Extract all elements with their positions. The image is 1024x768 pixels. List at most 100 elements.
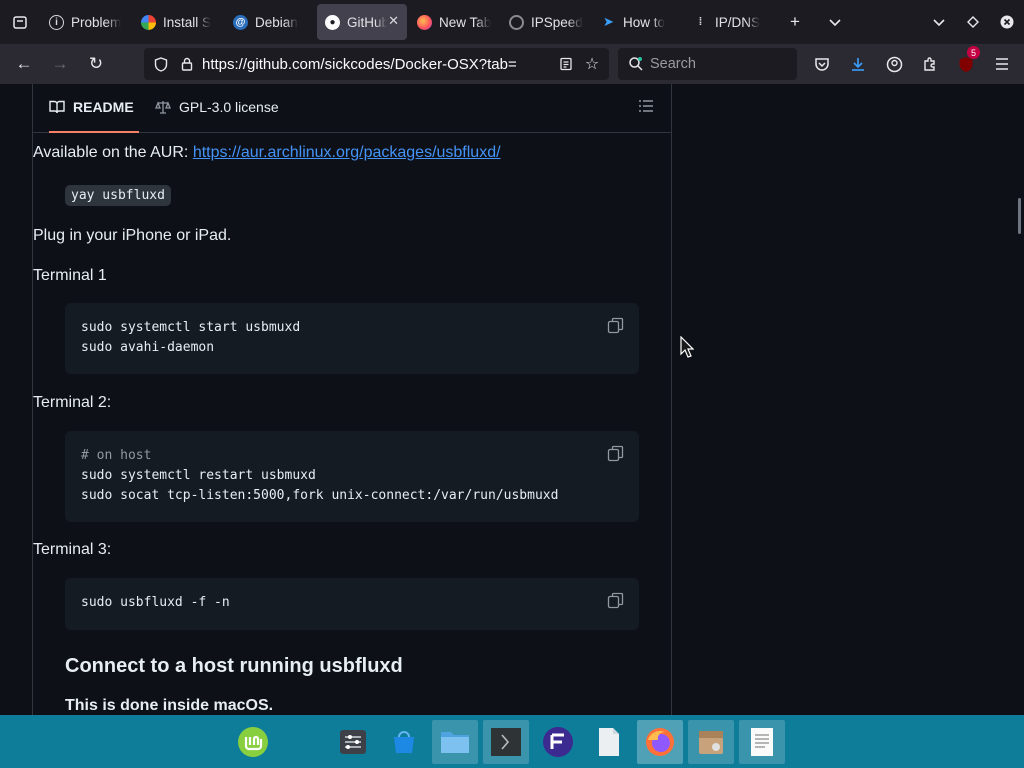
tab-install[interactable]: Install S <box>133 4 223 40</box>
navigation-toolbar: ← → ↻ https://github.com/sickcodes/Docke… <box>0 44 1024 84</box>
list-icon <box>639 100 653 112</box>
copy-icon[interactable] <box>607 317 624 334</box>
tab-license[interactable]: GPL-3.0 license <box>155 99 279 115</box>
macos-note: This is done inside macOS. <box>65 697 274 714</box>
firefox-icon <box>417 14 432 30</box>
taskbar-firefox[interactable] <box>637 720 683 764</box>
code-block-terminal2: # on host sudo systemctl restart usbmuxd… <box>65 431 639 522</box>
tab-label: New Tab <box>439 14 491 30</box>
tab-debian[interactable]: @ Debian <box>225 4 315 40</box>
tab-github[interactable]: ● GitHub ✕ <box>317 4 407 40</box>
readme-tab-label: README <box>73 99 134 115</box>
settings-icon <box>340 730 366 754</box>
search-bar[interactable]: Search <box>618 48 797 80</box>
tab-readme[interactable]: README <box>49 99 134 115</box>
forward-button[interactable]: → <box>42 48 78 80</box>
code-line: sudo systemctl restart usbmuxd <box>81 468 316 483</box>
chevron-down-icon <box>829 19 841 27</box>
close-tab-icon[interactable]: ✕ <box>388 13 399 29</box>
firefox-icon <box>646 728 674 756</box>
plug-text: Plug in your iPhone or iPad. <box>33 227 232 244</box>
taskbar-archive[interactable] <box>688 720 734 764</box>
close-window-button[interactable] <box>990 4 1024 40</box>
aur-text: Available on the AUR: <box>33 144 193 161</box>
scale-icon <box>155 101 171 114</box>
tab-ip-dns[interactable]: ⁞ IP/DNS <box>685 4 775 40</box>
tab-label: GitHub <box>347 14 387 30</box>
extensions-button[interactable] <box>912 48 948 80</box>
terminal3-label: Terminal 3: <box>33 541 112 558</box>
taskbar-text-file[interactable] <box>586 720 632 764</box>
tab-overview-button[interactable] <box>0 0 40 44</box>
list-tabs-button[interactable] <box>818 4 852 40</box>
plus-icon: + <box>790 12 800 31</box>
taskbar-terminal[interactable] <box>483 720 529 764</box>
download-icon <box>852 58 864 71</box>
puzzle-icon <box>924 57 935 71</box>
downloads-button[interactable] <box>840 48 876 80</box>
code-block-terminal1: sudo systemctl start usbmuxd sudo avahi-… <box>65 303 639 374</box>
code-line: sudo systemctl start usbmuxd <box>81 320 301 335</box>
tab-label: Install S <box>163 14 212 30</box>
diamond-icon <box>967 16 979 28</box>
account-button[interactable] <box>876 48 912 80</box>
inline-code-yay: yay usbfluxd <box>65 185 171 206</box>
pocket-button[interactable] <box>804 48 840 80</box>
address-bar[interactable]: https://github.com/sickcodes/Docker-OSX?… <box>144 48 609 80</box>
page-content: README GPL-3.0 license Available on the … <box>0 84 1024 715</box>
taskbar-settings[interactable] <box>330 720 376 764</box>
aur-link[interactable]: https://aur.archlinux.org/packages/usbfl… <box>193 144 501 161</box>
close-icon <box>1000 15 1014 29</box>
outline-button[interactable] <box>638 99 654 118</box>
url-text: https://github.com/sickcodes/Docker-OSX?… <box>202 55 517 73</box>
bookmark-star-icon[interactable]: ☆ <box>579 54 605 74</box>
maximize-button[interactable] <box>956 4 990 40</box>
reader-mode-icon[interactable] <box>553 57 579 71</box>
code-line: sudo avahi-daemon <box>81 340 215 355</box>
taskbar-mint-menu[interactable] <box>230 720 276 764</box>
page-scrollbar[interactable] <box>1018 198 1021 234</box>
bird-icon: ➤ <box>603 14 614 29</box>
app-menu-button[interactable] <box>984 48 1020 80</box>
back-button[interactable]: ← <box>6 48 42 80</box>
tab-ipspeed[interactable]: IPSpeed <box>501 4 591 40</box>
taskbar-software-store[interactable] <box>381 720 427 764</box>
mouse-pointer-icon <box>680 336 694 358</box>
license-tab-label: GPL-3.0 license <box>179 99 279 115</box>
ipspeed-icon <box>509 14 524 30</box>
copy-icon[interactable] <box>607 592 624 609</box>
github-icon: ● <box>325 14 340 30</box>
ublock-button[interactable]: 5 <box>948 46 984 80</box>
arrow-right-icon: → <box>51 54 69 73</box>
lock-icon <box>174 57 200 71</box>
taskbar-text-editor[interactable] <box>739 720 785 764</box>
account-icon <box>886 56 902 72</box>
reload-icon: ↻ <box>88 54 104 73</box>
tab-label: Problem <box>71 14 122 30</box>
tab-new-tab[interactable]: New Tab <box>409 4 499 40</box>
tab-overview-icon <box>13 16 27 29</box>
taskbar-vpn[interactable] <box>535 720 581 764</box>
book-icon <box>49 100 65 114</box>
vpn-icon <box>543 727 573 757</box>
code-block-terminal3: sudo usbfluxd -f -n <box>65 578 639 630</box>
reload-button[interactable]: ↻ <box>78 48 114 80</box>
copy-icon[interactable] <box>607 445 624 462</box>
taskbar-files[interactable] <box>432 720 478 764</box>
tab-label: IPSpeed <box>531 14 583 30</box>
tab-label: IP/DNS <box>715 14 761 30</box>
hamburger-icon <box>996 58 1008 70</box>
files-icon <box>441 732 469 753</box>
tab-problem[interactable]: i Problem <box>41 4 131 40</box>
google-icon <box>141 14 156 30</box>
software-store-icon <box>394 731 414 753</box>
new-tab-button[interactable]: + <box>778 4 812 40</box>
signal-icon: ⁞ <box>698 16 703 28</box>
text-file-icon <box>599 728 619 756</box>
minimize-button[interactable] <box>922 4 956 40</box>
pocket-icon <box>815 58 829 71</box>
mint-menu-icon <box>238 727 268 757</box>
tab-how-to[interactable]: ➤ How to <box>593 4 683 40</box>
search-icon <box>629 57 643 71</box>
code-line: sudo usbfluxd -f -n <box>81 595 230 610</box>
